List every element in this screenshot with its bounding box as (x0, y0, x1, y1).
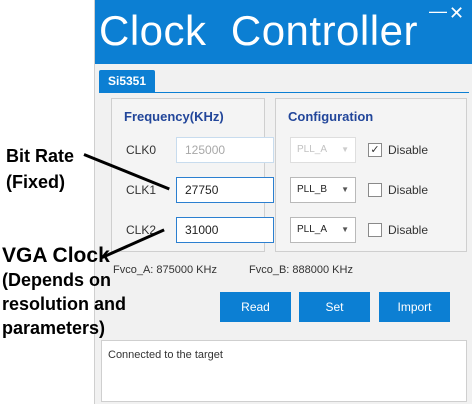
clk1-frequency-input[interactable]: 27750 (176, 177, 274, 203)
chevron-down-icon: ▼ (341, 145, 349, 154)
frequency-group-title: Frequency(KHz) (124, 109, 224, 124)
app-title: Clock Controller (99, 7, 418, 54)
status-text: Connected to the target (108, 349, 223, 361)
chevron-down-icon: ▼ (341, 185, 349, 194)
clk1-label: CLK1 (126, 183, 157, 197)
bit-rate-annotation: Bit Rate (6, 146, 75, 166)
vga-clock-annotation-line4: parameters) (2, 318, 106, 338)
pll-select-value: PLL_A (297, 144, 328, 155)
configuration-group: Configuration PLL_A ▼ ✓ Disable PLL_B ▼ … (275, 98, 467, 252)
fvco-a-readout: Fvco_A: 875000 KHz (113, 264, 217, 276)
clk2-disable-checkbox[interactable] (368, 223, 382, 237)
bit-rate-annotation-sub: (Fixed) (6, 172, 66, 192)
close-icon[interactable]: ✕ (449, 4, 464, 22)
clk0-disable-label: Disable (388, 143, 429, 157)
clk2-pll-select[interactable]: PLL_A ▼ (290, 217, 356, 243)
tab-si5351[interactable]: Si5351 (99, 70, 156, 92)
clk0-label: CLK0 (126, 143, 157, 157)
clk0-pll-select: PLL_A ▼ (290, 137, 356, 163)
vga-clock-annotation-line3: resolution and (2, 294, 127, 314)
import-button[interactable]: Import (379, 292, 450, 322)
fvco-b-readout: Fvco_B: 888000 KHz (249, 264, 353, 276)
tab-underline (99, 92, 469, 93)
chevron-down-icon: ▼ (341, 225, 349, 234)
checkmark-icon: ✓ (370, 144, 380, 156)
clk1-disable-label: Disable (388, 183, 429, 197)
pll-select-value: PLL_A (297, 224, 328, 235)
clk1-pll-select[interactable]: PLL_B ▼ (290, 177, 356, 203)
configuration-group-title: Configuration (288, 109, 374, 124)
clk1-disable-checkbox[interactable] (368, 183, 382, 197)
status-log: Connected to the target (101, 340, 467, 402)
minimize-icon[interactable]: — (429, 2, 447, 20)
clk2-disable-label: Disable (388, 223, 429, 237)
title-bar: Clock Controller — ✕ (95, 0, 472, 64)
vga-clock-annotation-line2: (Depends on (2, 270, 112, 290)
clk0-frequency-input: 125000 (176, 137, 274, 163)
vga-clock-annotation: VGA Clock (2, 244, 110, 267)
read-button[interactable]: Read (220, 292, 291, 322)
pll-select-value: PLL_B (297, 184, 328, 195)
set-button[interactable]: Set (299, 292, 370, 322)
clk0-disable-checkbox[interactable]: ✓ (368, 143, 382, 157)
clk2-frequency-input[interactable]: 31000 (176, 217, 274, 243)
app-window: Clock Controller — ✕ Si5351 Frequency(KH… (94, 0, 472, 404)
